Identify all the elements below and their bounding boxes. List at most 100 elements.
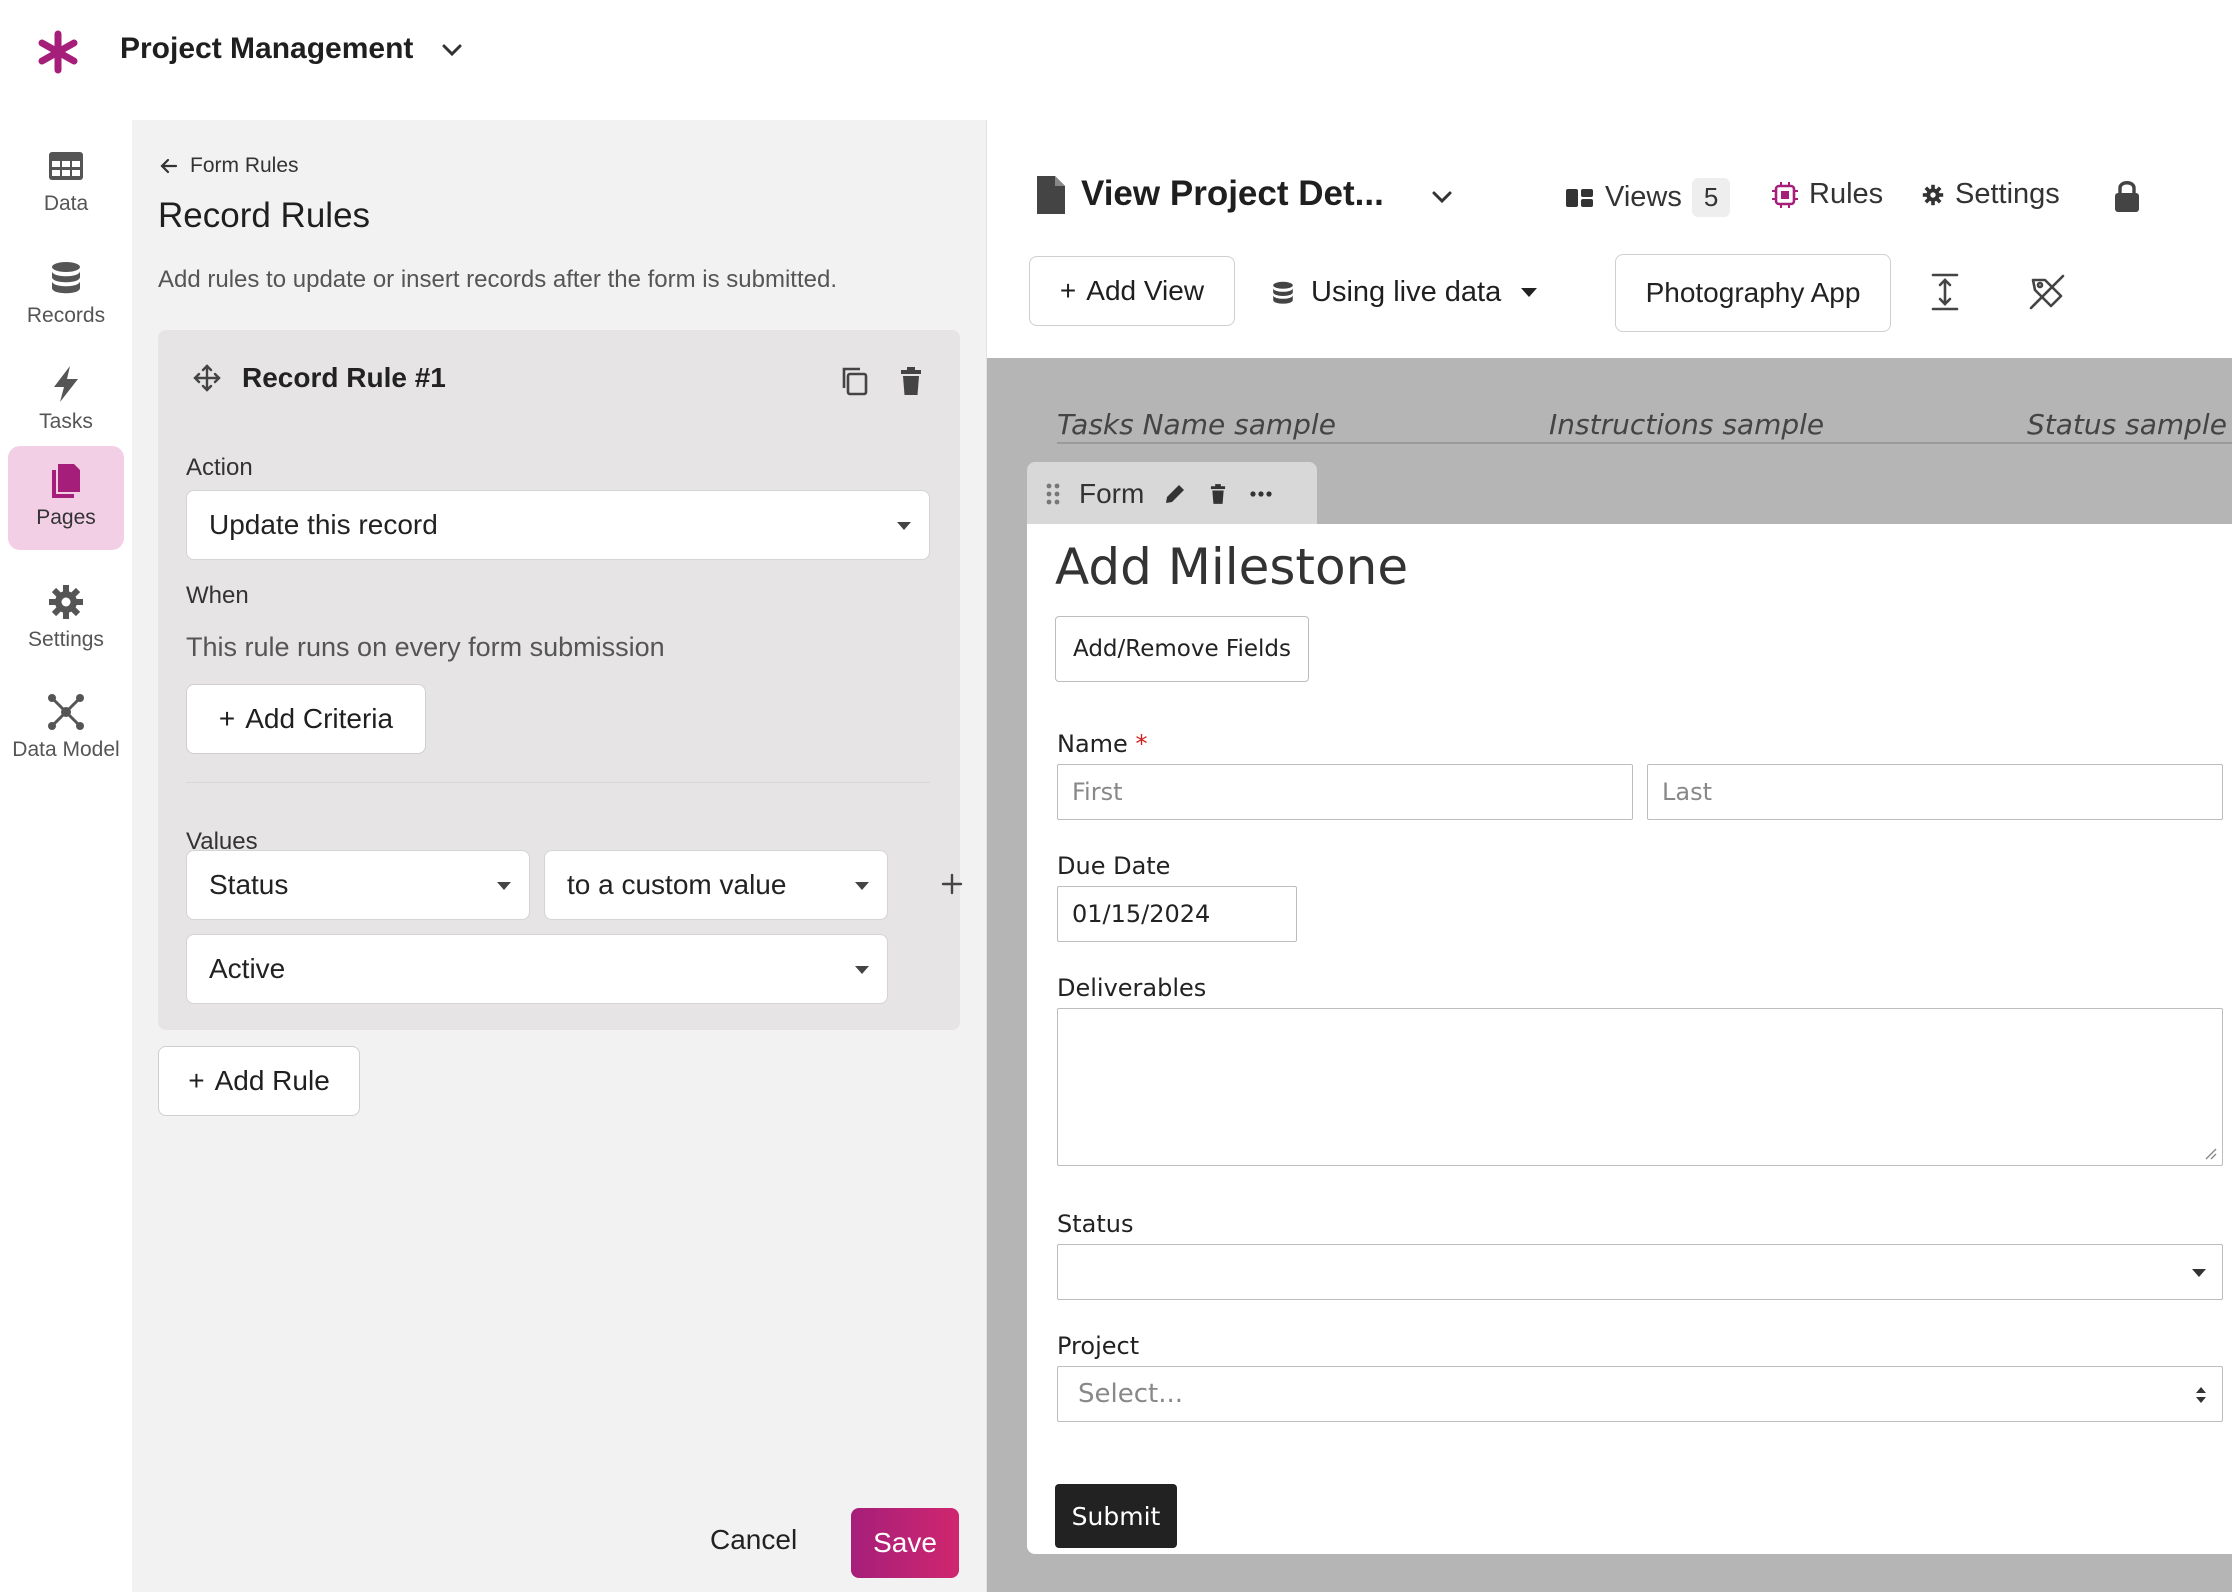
nav-item-records[interactable]: Records [8,244,124,344]
add-view-button[interactable]: + Add View [1029,256,1235,326]
settings-button[interactable]: Settings [1921,178,2060,211]
due-date-input[interactable]: 01/15/2024 [1057,886,1297,942]
rules-button[interactable]: Rules [1771,178,1883,211]
submit-button[interactable]: Submit [1055,1484,1177,1548]
chevron-down-icon[interactable] [436,34,468,66]
nav-item-data-model[interactable]: Data Model [8,678,124,778]
settings-label: Settings [1955,178,2060,210]
breadcrumb-link[interactable]: Form Rules [190,154,299,178]
last-name-input[interactable]: Last [1647,764,2223,820]
breadcrumb[interactable]: Form Rules [158,154,299,178]
trash-icon[interactable] [1206,481,1230,507]
status-label: Status [1057,1210,1134,1238]
when-description: This rule runs on every form submission [186,632,665,662]
caret-down-icon [497,882,511,890]
bolt-icon [54,366,78,402]
project-select[interactable]: Select... [1057,1366,2223,1422]
add-value-plus-icon[interactable] [938,870,966,898]
sample-header-row: Tasks Name sample Instructions sample St… [1057,380,2232,444]
deliverables-label: Deliverables [1057,974,1207,1002]
nav-label: Data Model [12,738,120,761]
name-label: Name * [1057,730,1147,758]
nav-label: Records [26,304,106,327]
status-select[interactable] [1057,1244,2223,1300]
value-mode-select[interactable]: to a custom value [544,850,888,920]
plus-icon: + [218,703,236,734]
top-bar: Project Management [0,0,2232,120]
pages-icon [52,464,80,498]
live-data-dropdown[interactable]: Using live data [1269,276,1538,309]
gear-icon [49,585,83,619]
deliverables-textarea[interactable] [1057,1008,2223,1166]
arrow-left-icon [160,158,178,174]
project-placeholder: Select... [1078,1379,1184,1409]
chevron-down-icon[interactable] [1427,182,1457,212]
panel-title: Record Rules [158,196,371,235]
required-mark: * [1135,730,1148,758]
nav-label: Settings [28,628,104,651]
live-data-label: Using live data [1311,276,1502,308]
nav-item-data[interactable]: Data [8,132,124,232]
first-name-input[interactable]: First [1057,764,1633,820]
lock-icon[interactable] [2111,178,2143,214]
when-label: When [186,582,249,609]
views-button[interactable]: Views 5 [1565,178,1731,217]
cancel-button[interactable]: Cancel [710,1524,797,1556]
rule-header: Record Rule #1 [192,362,446,394]
caret-down-icon [855,882,869,890]
view-title[interactable]: View Project Det... [1081,174,1384,214]
field-value: Status [209,869,289,900]
rules-label: Rules [1809,178,1884,210]
file-icon [1037,176,1065,214]
custom-value-select[interactable]: Active [186,934,888,1004]
more-horizontal-icon[interactable] [1248,481,1274,507]
nav-item-tasks[interactable]: Tasks [8,350,124,450]
project-label: Project [1057,1332,1140,1360]
sample-column: Status sample [2027,408,2227,441]
due-date-label: Due Date [1057,852,1171,880]
record-rule-card: Record Rule #1 Action Update this record… [158,330,963,1030]
nav-item-settings[interactable]: Settings [8,568,124,668]
add-view-label: Add View [1086,275,1205,306]
views-count-badge: 5 [1691,178,1731,217]
resize-handle-icon[interactable] [2204,1147,2218,1161]
table-icon [49,152,83,180]
add-criteria-button[interactable]: + Add Criteria [186,684,426,754]
views-icon [1566,188,1593,207]
preview-canvas: Tasks Name sample Instructions sample St… [987,358,2232,1592]
pencil-icon[interactable] [1162,481,1188,507]
action-select[interactable]: Update this record [186,490,930,560]
drag-handle-icon[interactable] [1045,482,1061,506]
move-handle-icon[interactable] [192,363,222,393]
form-preview: Add Milestone Add/Remove Fields Name * F… [1027,524,2232,1554]
app-title[interactable]: Project Management [120,32,413,66]
divider [186,782,930,783]
form-title: Add Milestone [1055,538,1409,596]
plus-icon: + [188,1065,205,1096]
action-value: Update this record [209,509,438,540]
nav-label: Tasks [39,410,93,433]
add-remove-fields-button[interactable]: Add/Remove Fields [1055,616,1309,682]
mode-value: to a custom value [567,869,787,900]
nav-item-pages[interactable]: Pages [8,446,124,550]
tag-off-icon[interactable] [2027,272,2067,312]
asterisk-logo-icon[interactable] [34,28,82,76]
action-label: Action [186,454,253,481]
row-height-icon[interactable] [1927,272,1963,312]
add-rule-button[interactable]: + Add Rule [158,1046,360,1116]
panel-description: Add rules to update or insert records af… [158,266,837,293]
left-navigation: Data Records Tasks Pages Settings Data M… [0,120,132,1592]
network-icon [48,694,84,730]
save-button[interactable]: Save [851,1508,959,1578]
copy-icon[interactable] [838,364,872,398]
field-select[interactable]: Status [186,850,530,920]
trash-icon[interactable] [894,364,928,398]
form-component-tab[interactable]: Form [1027,462,1317,526]
rule-title: Record Rule #1 [242,362,446,393]
custom-value: Active [209,953,286,984]
database-icon [52,262,80,294]
sample-column: Instructions sample [1549,408,1825,441]
photography-app-button[interactable]: Photography App [1615,254,1891,332]
name-label-text: Name [1057,730,1128,758]
caret-down-icon [1521,288,1538,297]
